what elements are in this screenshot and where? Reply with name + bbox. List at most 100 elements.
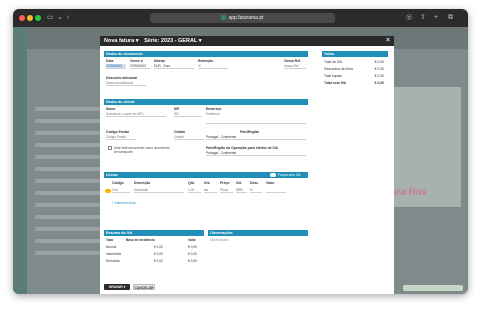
totals-row: Total com IVA € 0,00 bbox=[324, 81, 384, 87]
vat-row: Normal € 0,00 € 0,00 bbox=[106, 245, 202, 251]
client-section: Dados do cliente Nome (Introduza o nome … bbox=[104, 99, 308, 169]
save-button-label: GRAVAR bbox=[108, 285, 123, 289]
postal-code-input[interactable]: Código Postal bbox=[106, 135, 136, 140]
line-qty-input[interactable]: 1,00 bbox=[188, 188, 201, 193]
browser-window: ▭ ⌄ ‹ app.faturama.pt ◎ ⇧ + ⧉ ara fins N… bbox=[13, 9, 468, 294]
bg-list-row bbox=[35, 191, 105, 195]
prices-without-vat-toggle[interactable] bbox=[270, 173, 276, 177]
col-discount: Desc. bbox=[250, 181, 260, 185]
bg-list-row bbox=[35, 107, 105, 111]
due-date-input[interactable]: 27/06/2023 bbox=[130, 64, 150, 69]
city-input[interactable]: Cidade bbox=[174, 135, 204, 140]
browser-titlebar: ▭ ⌄ ‹ app.faturama.pt ◎ ⇧ + ⧉ bbox=[13, 9, 468, 27]
transport-document-checkbox[interactable] bbox=[108, 146, 112, 150]
shield-icon[interactable]: ◎ bbox=[406, 13, 412, 23]
vat-summary-section: Resumo do IVA Taxa Base de incidência Va… bbox=[104, 230, 204, 274]
chevron-down-icon[interactable]: ⌄ bbox=[57, 13, 63, 23]
client-address-input[interactable]: Endereço bbox=[206, 112, 306, 124]
col-vat: IVA bbox=[236, 181, 242, 185]
operation-country-label: País/Região da Operação para efeitos de … bbox=[206, 146, 278, 150]
totals-value: € 0,00 bbox=[374, 67, 384, 71]
client-section-title: Dados do cliente bbox=[104, 99, 308, 105]
vat-header-value: Valor bbox=[188, 238, 196, 242]
lines-section: Linhas Preços sem IVA Código Descrição Q… bbox=[104, 172, 308, 222]
sidebar-toggle-icon[interactable]: ▭ bbox=[47, 13, 54, 23]
totals-label: Total com IVA bbox=[324, 81, 347, 85]
close-icon[interactable]: × bbox=[386, 36, 390, 46]
line-drag-handle[interactable] bbox=[105, 189, 111, 193]
line-discount-input[interactable]: % bbox=[250, 188, 262, 193]
close-window-dot[interactable] bbox=[19, 15, 25, 21]
totals-row: Descontos de linha € 0,00 bbox=[324, 67, 384, 73]
line-price-input[interactable]: Preço bbox=[220, 188, 233, 193]
bg-list-row bbox=[35, 251, 105, 255]
vat-base: € 0,00 bbox=[154, 252, 163, 256]
col-value: Valor bbox=[266, 181, 275, 185]
vat-summary-title: Resumo do IVA bbox=[104, 230, 204, 236]
line-unit-select[interactable]: un bbox=[204, 188, 217, 193]
your-ref-label: Vossa Ref. bbox=[284, 59, 302, 63]
maximize-window-dot[interactable] bbox=[35, 15, 41, 21]
line-code-input[interactable]: Cód. bbox=[112, 188, 130, 193]
chevron-down-icon[interactable]: ▾ bbox=[136, 38, 139, 44]
currency-select[interactable]: EUR - Euro bbox=[154, 64, 194, 69]
col-price: Preço bbox=[220, 181, 230, 185]
vat-value: € 0,00 bbox=[188, 245, 197, 249]
bg-list-row bbox=[35, 179, 105, 183]
modal-title[interactable]: Nova fatura bbox=[104, 38, 134, 44]
vat-header-base: Base de incidência bbox=[126, 238, 155, 242]
address-text: app.faturama.pt bbox=[228, 15, 264, 21]
lock-icon bbox=[221, 15, 227, 20]
share-icon[interactable]: ⇧ bbox=[420, 13, 426, 23]
observations-title: Observações bbox=[208, 230, 308, 236]
new-invoice-modal: Nova fatura ▾ Série: 2023 - GERAL ▾ × Da… bbox=[100, 36, 394, 294]
retention-input[interactable]: % bbox=[198, 64, 228, 69]
country-label: País/Região bbox=[240, 130, 260, 134]
country-select[interactable]: Portugal - Continente bbox=[206, 135, 306, 140]
transport-document-label: Usar este documento como documento de tr… bbox=[114, 146, 170, 155]
observations-section: Observações Observações bbox=[208, 230, 308, 274]
date-label: Data bbox=[106, 59, 114, 63]
vat-row: Intermédia € 0,00 € 0,00 bbox=[106, 252, 202, 258]
line-description-input[interactable]: Descrição bbox=[134, 188, 184, 193]
totals-label: Total líquido bbox=[324, 74, 343, 78]
city-label: Cidade bbox=[174, 130, 186, 134]
document-section: Dados do documento Data 27/06/2023 Vence… bbox=[104, 51, 308, 97]
add-line-link[interactable]: + Adicionar linha bbox=[112, 201, 135, 205]
client-name-input[interactable]: (Introduza o nome ou NIF) bbox=[106, 112, 166, 117]
col-code: Código bbox=[112, 181, 124, 185]
address-bar[interactable]: app.faturama.pt bbox=[150, 13, 335, 23]
line-value bbox=[266, 188, 286, 193]
totals-section: Totais Total de IVA € 0,00 Descontos de … bbox=[322, 51, 388, 91]
app-sidebar bbox=[13, 27, 27, 294]
totals-value: € 0,00 bbox=[374, 74, 384, 78]
series-selector[interactable]: Série: 2023 - GERAL bbox=[144, 38, 197, 44]
bg-list-row bbox=[35, 227, 105, 231]
modal-header: Nova fatura ▾ Série: 2023 - GERAL ▾ × bbox=[100, 36, 394, 46]
discount-input[interactable]: Desconto adicional bbox=[106, 81, 146, 86]
date-input[interactable]: 27/06/2023 bbox=[106, 64, 126, 69]
bg-list-row bbox=[35, 215, 105, 219]
chevron-down-icon[interactable]: ▾ bbox=[124, 285, 126, 289]
minimize-window-dot[interactable] bbox=[27, 15, 33, 21]
col-unit: Uni. bbox=[204, 181, 211, 185]
operation-country-select[interactable]: Portugal - Continente bbox=[206, 151, 306, 156]
save-button[interactable]: GRAVAR ▾ bbox=[104, 284, 130, 290]
bg-list-row bbox=[35, 203, 105, 207]
client-nif-input[interactable]: NIF bbox=[174, 112, 202, 117]
col-description: Descrição bbox=[134, 181, 151, 185]
your-ref-input[interactable]: Vossa Ref. bbox=[284, 64, 306, 69]
chevron-down-icon[interactable]: ▾ bbox=[199, 38, 202, 44]
new-tab-icon[interactable]: + bbox=[434, 13, 438, 23]
line-vat-select[interactable]: 23% bbox=[236, 188, 247, 193]
cancel-button[interactable]: CANCELAR bbox=[133, 284, 155, 290]
vat-base: € 0,00 bbox=[154, 259, 163, 263]
totals-title: Totais bbox=[322, 51, 388, 57]
back-arrow-icon[interactable]: ‹ bbox=[67, 13, 69, 23]
discount-label: Desconto adicional bbox=[106, 76, 138, 80]
due-date-label: Vence a bbox=[130, 59, 143, 63]
totals-label: Total de IVA bbox=[324, 60, 343, 64]
observations-textarea[interactable]: Observações bbox=[210, 238, 304, 268]
bg-bottom-button bbox=[403, 285, 463, 291]
tabs-overview-icon[interactable]: ⧉ bbox=[448, 13, 453, 23]
